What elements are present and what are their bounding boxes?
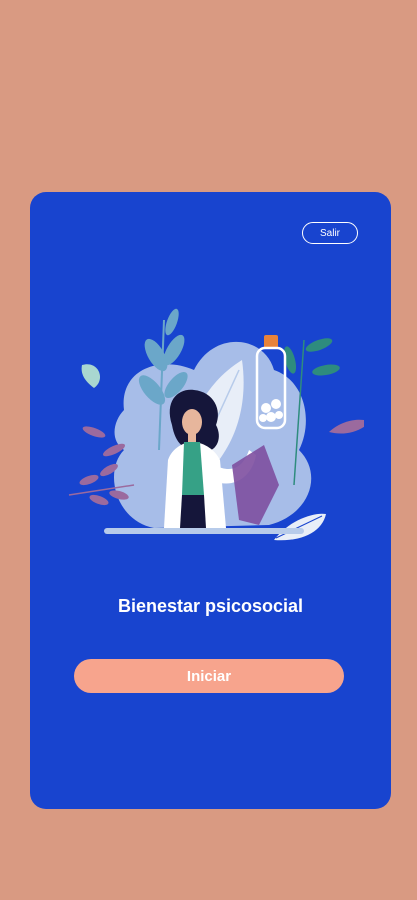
- doctor-illustration: [68, 308, 364, 541]
- exit-button[interactable]: Salir: [302, 222, 358, 244]
- welcome-card: Salir Bienestar psicosocial Iniciar: [30, 192, 391, 809]
- page-title: Bienestar psicosocial: [117, 596, 304, 616]
- start-button[interactable]: Iniciar: [74, 659, 344, 693]
